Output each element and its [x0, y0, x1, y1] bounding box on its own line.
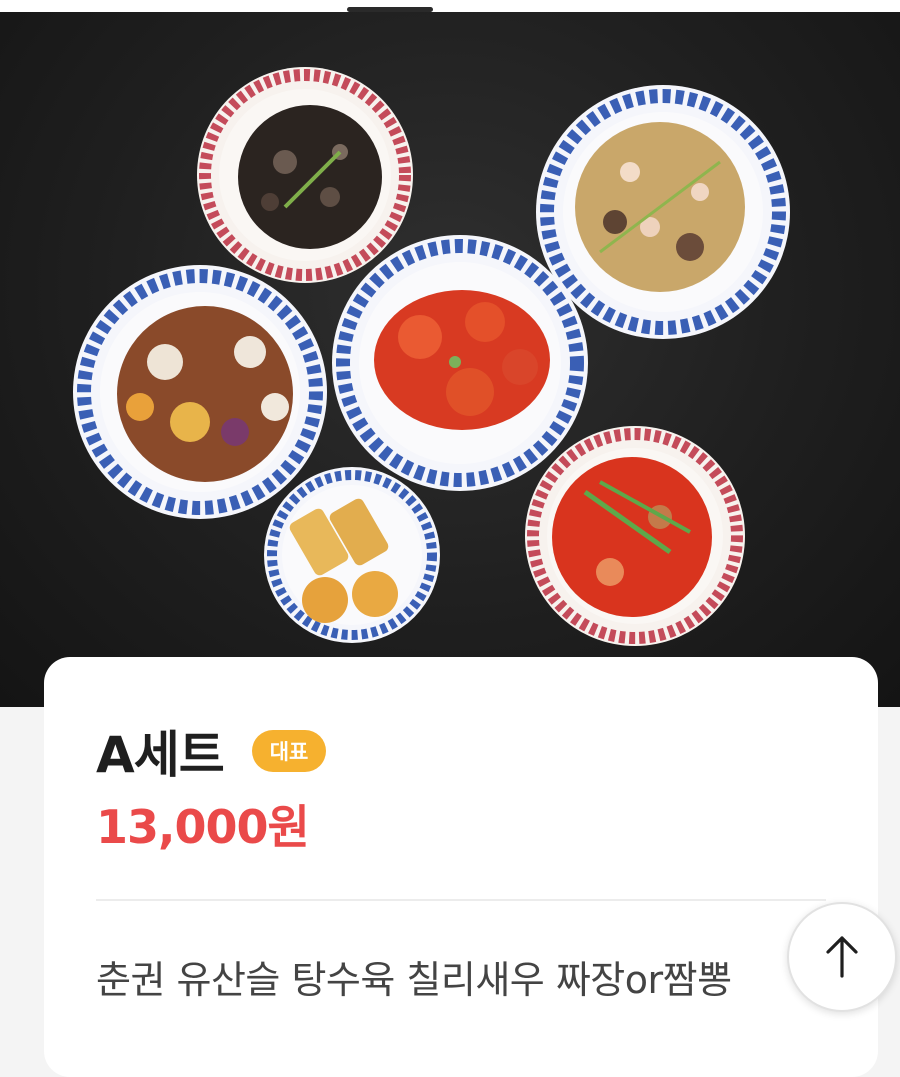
product-image	[0, 12, 900, 707]
divider	[96, 899, 826, 901]
jjajang-dish	[197, 67, 413, 283]
signature-badge: 대표	[251, 730, 327, 772]
product-name: A세트	[96, 726, 225, 784]
top-strip	[0, 0, 900, 12]
arrow-up-icon	[826, 936, 858, 978]
title-row: A세트 대표	[96, 715, 327, 787]
chili-shrimp-dish	[332, 235, 588, 491]
product-description: 춘권 유산슬 탕수육 칠리새우 짜장or짬뽕	[96, 958, 732, 1002]
jjamppong-dish	[525, 426, 745, 646]
yusanseul-dish	[536, 85, 790, 339]
scroll-to-top-button[interactable]	[787, 902, 897, 1012]
tangsuyuk-dish	[73, 265, 327, 519]
product-price: 13,000원	[96, 800, 310, 854]
product-card: A세트 대표 13,000원 춘권 유산슬 탕수육 칠리새우 짜장or짬뽕	[44, 657, 878, 1077]
spring-roll-dish	[264, 467, 440, 643]
